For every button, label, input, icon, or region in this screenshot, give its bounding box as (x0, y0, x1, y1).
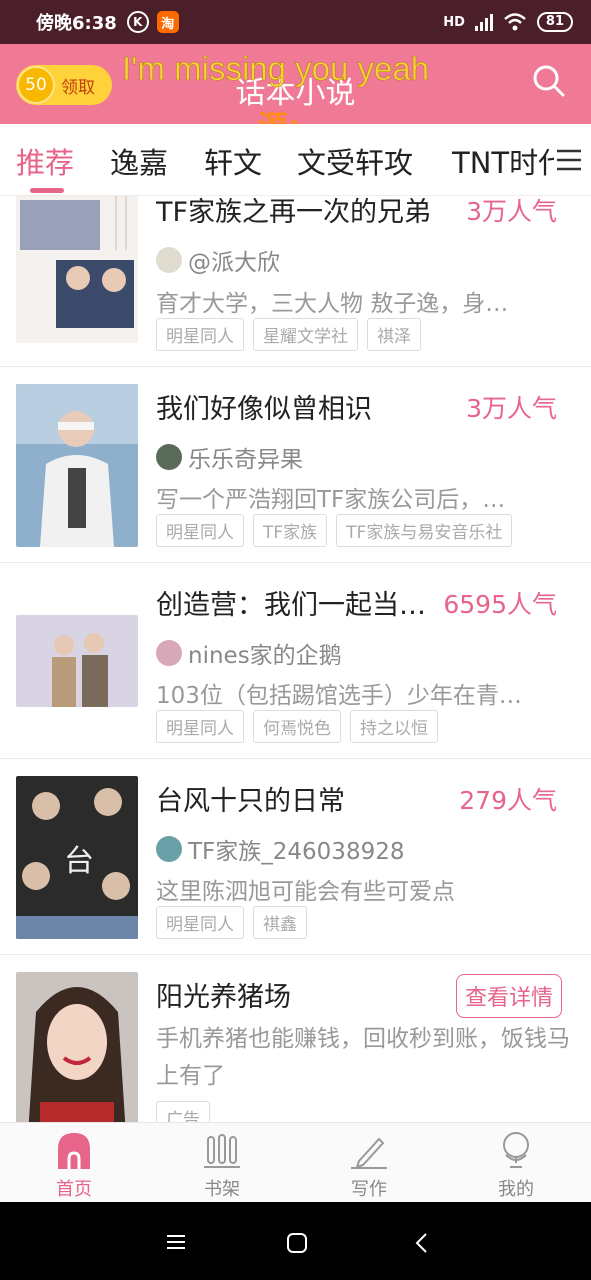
nav-profile-label: 我的 (498, 1179, 534, 1200)
tag[interactable]: 明星同人 (156, 710, 244, 743)
pen-icon (351, 1137, 387, 1169)
tag[interactable]: 祺鑫 (253, 906, 307, 939)
tab-wenshou-xuangong[interactable]: 文受轩攻 (297, 140, 413, 182)
view-details-button[interactable]: 查看详情 (456, 974, 562, 1018)
story-tags: 明星同人 祺鑫 (156, 906, 307, 939)
story-cover: 台 (16, 776, 138, 939)
story-item[interactable]: TF家族之再一次的兄弟 3万人气 @派大欣 育才大学，三大人物 敖子逸，身… 明… (0, 196, 591, 367)
author-avatar (156, 247, 182, 273)
bottom-nav: 首页 书架 写作 我的 (0, 1122, 591, 1202)
k-app-icon: K (126, 11, 149, 33)
back-icon[interactable] (414, 1232, 428, 1254)
story-tags: 明星同人 何焉悦色 持之以恒 (156, 710, 438, 743)
popularity: 6595人气 (443, 590, 557, 619)
story-author: 乐乐奇异果 (156, 440, 303, 474)
author-avatar (156, 640, 182, 666)
story-author: nines家的企鹅 (156, 636, 342, 670)
story-description: 育才大学，三大人物 敖子逸，身… (156, 291, 509, 317)
story-item[interactable]: 我们好像似曾相识 3万人气 乐乐奇异果 写一个严浩翔回TF家族公司后，… 明星同… (0, 367, 591, 563)
ad-tags: 广告 (156, 1101, 210, 1122)
hd-indicator: HD (443, 14, 465, 30)
popularity: 3万人气 (466, 197, 557, 226)
category-tabs: 推荐 逸嘉 轩文 文受轩攻 TNT时代 (0, 124, 591, 196)
author-name: TF家族_246038928 (188, 839, 405, 865)
ad-tag: 广告 (156, 1101, 210, 1122)
profile-icon (503, 1132, 529, 1168)
story-title: 台风十只的日常 (156, 786, 345, 817)
nav-home-label: 首页 (56, 1179, 92, 1200)
app-header: 50 领取 话本小说 I'm missing you yeah 源: (0, 44, 591, 145)
story-title: 我们好像似曾相识 (156, 394, 372, 425)
tag[interactable]: 何焉悦色 (253, 710, 341, 743)
story-cover (16, 384, 138, 547)
story-cover (16, 615, 138, 707)
tag[interactable]: 祺泽 (367, 318, 421, 351)
recent-apps-icon[interactable] (166, 1234, 186, 1250)
author-name: @派大欣 (188, 250, 280, 276)
nav-write-label: 写作 (351, 1179, 387, 1200)
bookshelf-icon (204, 1134, 240, 1168)
story-author: @派大欣 (156, 243, 280, 277)
story-feed: TF家族之再一次的兄弟 3万人气 @派大欣 育才大学，三大人物 敖子逸，身… 明… (0, 196, 591, 1122)
taobao-icon: 淘 (156, 11, 179, 33)
story-description: 这里陈泗旭可能会有些可爱点 (156, 879, 455, 905)
nav-write[interactable]: 写作 (309, 1123, 429, 1203)
home-icon (58, 1133, 90, 1169)
story-description: 写一个严浩翔回TF家族公司后，… (156, 487, 506, 513)
author-avatar (156, 444, 182, 470)
active-tab-indicator (30, 188, 64, 193)
tag[interactable]: 星耀文学社 (253, 318, 358, 351)
story-item[interactable]: 创造营：我们一起当… 6595人气 nines家的企鹅 103位（包括踢馆选手）… (0, 563, 591, 759)
story-title: 创造营：我们一起当… (156, 590, 426, 621)
popularity: 3万人气 (466, 394, 557, 423)
story-title: TF家族之再一次的兄弟 (156, 197, 432, 228)
signal-icon (474, 13, 493, 31)
tag[interactable]: 明星同人 (156, 318, 244, 351)
tab-recommend[interactable]: 推荐 (16, 140, 74, 182)
popularity: 279人气 (459, 786, 557, 815)
author-name: nines家的企鹅 (188, 643, 342, 669)
tag[interactable]: 明星同人 (156, 906, 244, 939)
battery-icon: 81 (536, 12, 573, 32)
tag[interactable]: TF家族 (253, 514, 328, 547)
menu-icon[interactable] (555, 148, 583, 172)
tab-xuanwen[interactable]: 轩文 (204, 140, 262, 182)
system-nav-bar (0, 1202, 591, 1280)
author-avatar (156, 836, 182, 862)
story-cover (16, 196, 138, 343)
search-icon[interactable] (532, 64, 566, 98)
story-author: TF家族_246038928 (156, 832, 404, 866)
story-description: 103位（包括踢馆选手）少年在青… (156, 683, 522, 709)
tab-yijia[interactable]: 逸嘉 (110, 140, 168, 182)
story-item[interactable]: 台 台风十只的日常 279人气 TF家族_246038928 这里陈泗旭可能会有… (0, 759, 591, 955)
lyric-overlay: I'm missing you yeah (122, 50, 430, 88)
ad-title: 阳光养猪场 (156, 982, 291, 1013)
nav-home[interactable]: 首页 (14, 1123, 134, 1203)
author-name: 乐乐奇异果 (188, 447, 303, 473)
clock: 傍晚6:38 (36, 13, 117, 34)
tag[interactable]: 明星同人 (156, 514, 244, 547)
wifi-icon (504, 13, 526, 31)
nav-bookshelf[interactable]: 书架 (162, 1123, 282, 1203)
story-tags: 明星同人 TF家族 TF家族与易安音乐社 (156, 514, 513, 547)
home-button-icon[interactable] (286, 1232, 308, 1254)
nav-bookshelf-label: 书架 (204, 1179, 240, 1200)
tag[interactable]: 持之以恒 (350, 710, 438, 743)
ad-cover (16, 972, 138, 1122)
nav-profile[interactable]: 我的 (456, 1123, 576, 1203)
tag[interactable]: TF家族与易安音乐社 (336, 514, 513, 547)
tab-tnt[interactable]: TNT时代 (452, 140, 554, 182)
story-tags: 明星同人 星耀文学社 祺泽 (156, 318, 421, 351)
svg-text:台: 台 (64, 844, 94, 879)
ad-description: 手机养猪也能赚钱，回收秒到账，饭钱马上有了 (156, 1026, 570, 1089)
status-bar: 傍晚6:38 K 淘 HD 81 (0, 0, 591, 44)
